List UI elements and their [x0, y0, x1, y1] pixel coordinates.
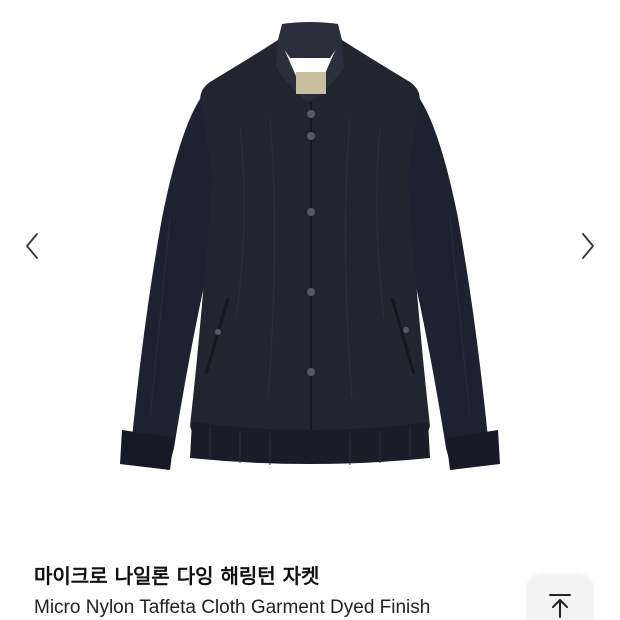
- chevron-right-icon: [582, 233, 594, 259]
- gallery-next-button[interactable]: [574, 226, 602, 266]
- product-subtitle: Micro Nylon Taffeta Cloth Garment Dyed F…: [34, 597, 431, 618]
- arrow-up-to-top-icon: [549, 594, 571, 618]
- scroll-to-top-button[interactable]: [528, 574, 592, 620]
- chevron-left-icon: [26, 233, 38, 259]
- product-detail-page: 마이크로 나일론 다잉 해링턴 자켓 Micro Nylon Taffeta C…: [0, 0, 620, 620]
- gallery-prev-button[interactable]: [18, 226, 46, 266]
- product-title: 마이크로 나일론 다잉 해링턴 자켓: [34, 564, 320, 588]
- product-image-gallery: [0, 0, 620, 500]
- product-image: [120, 22, 500, 470]
